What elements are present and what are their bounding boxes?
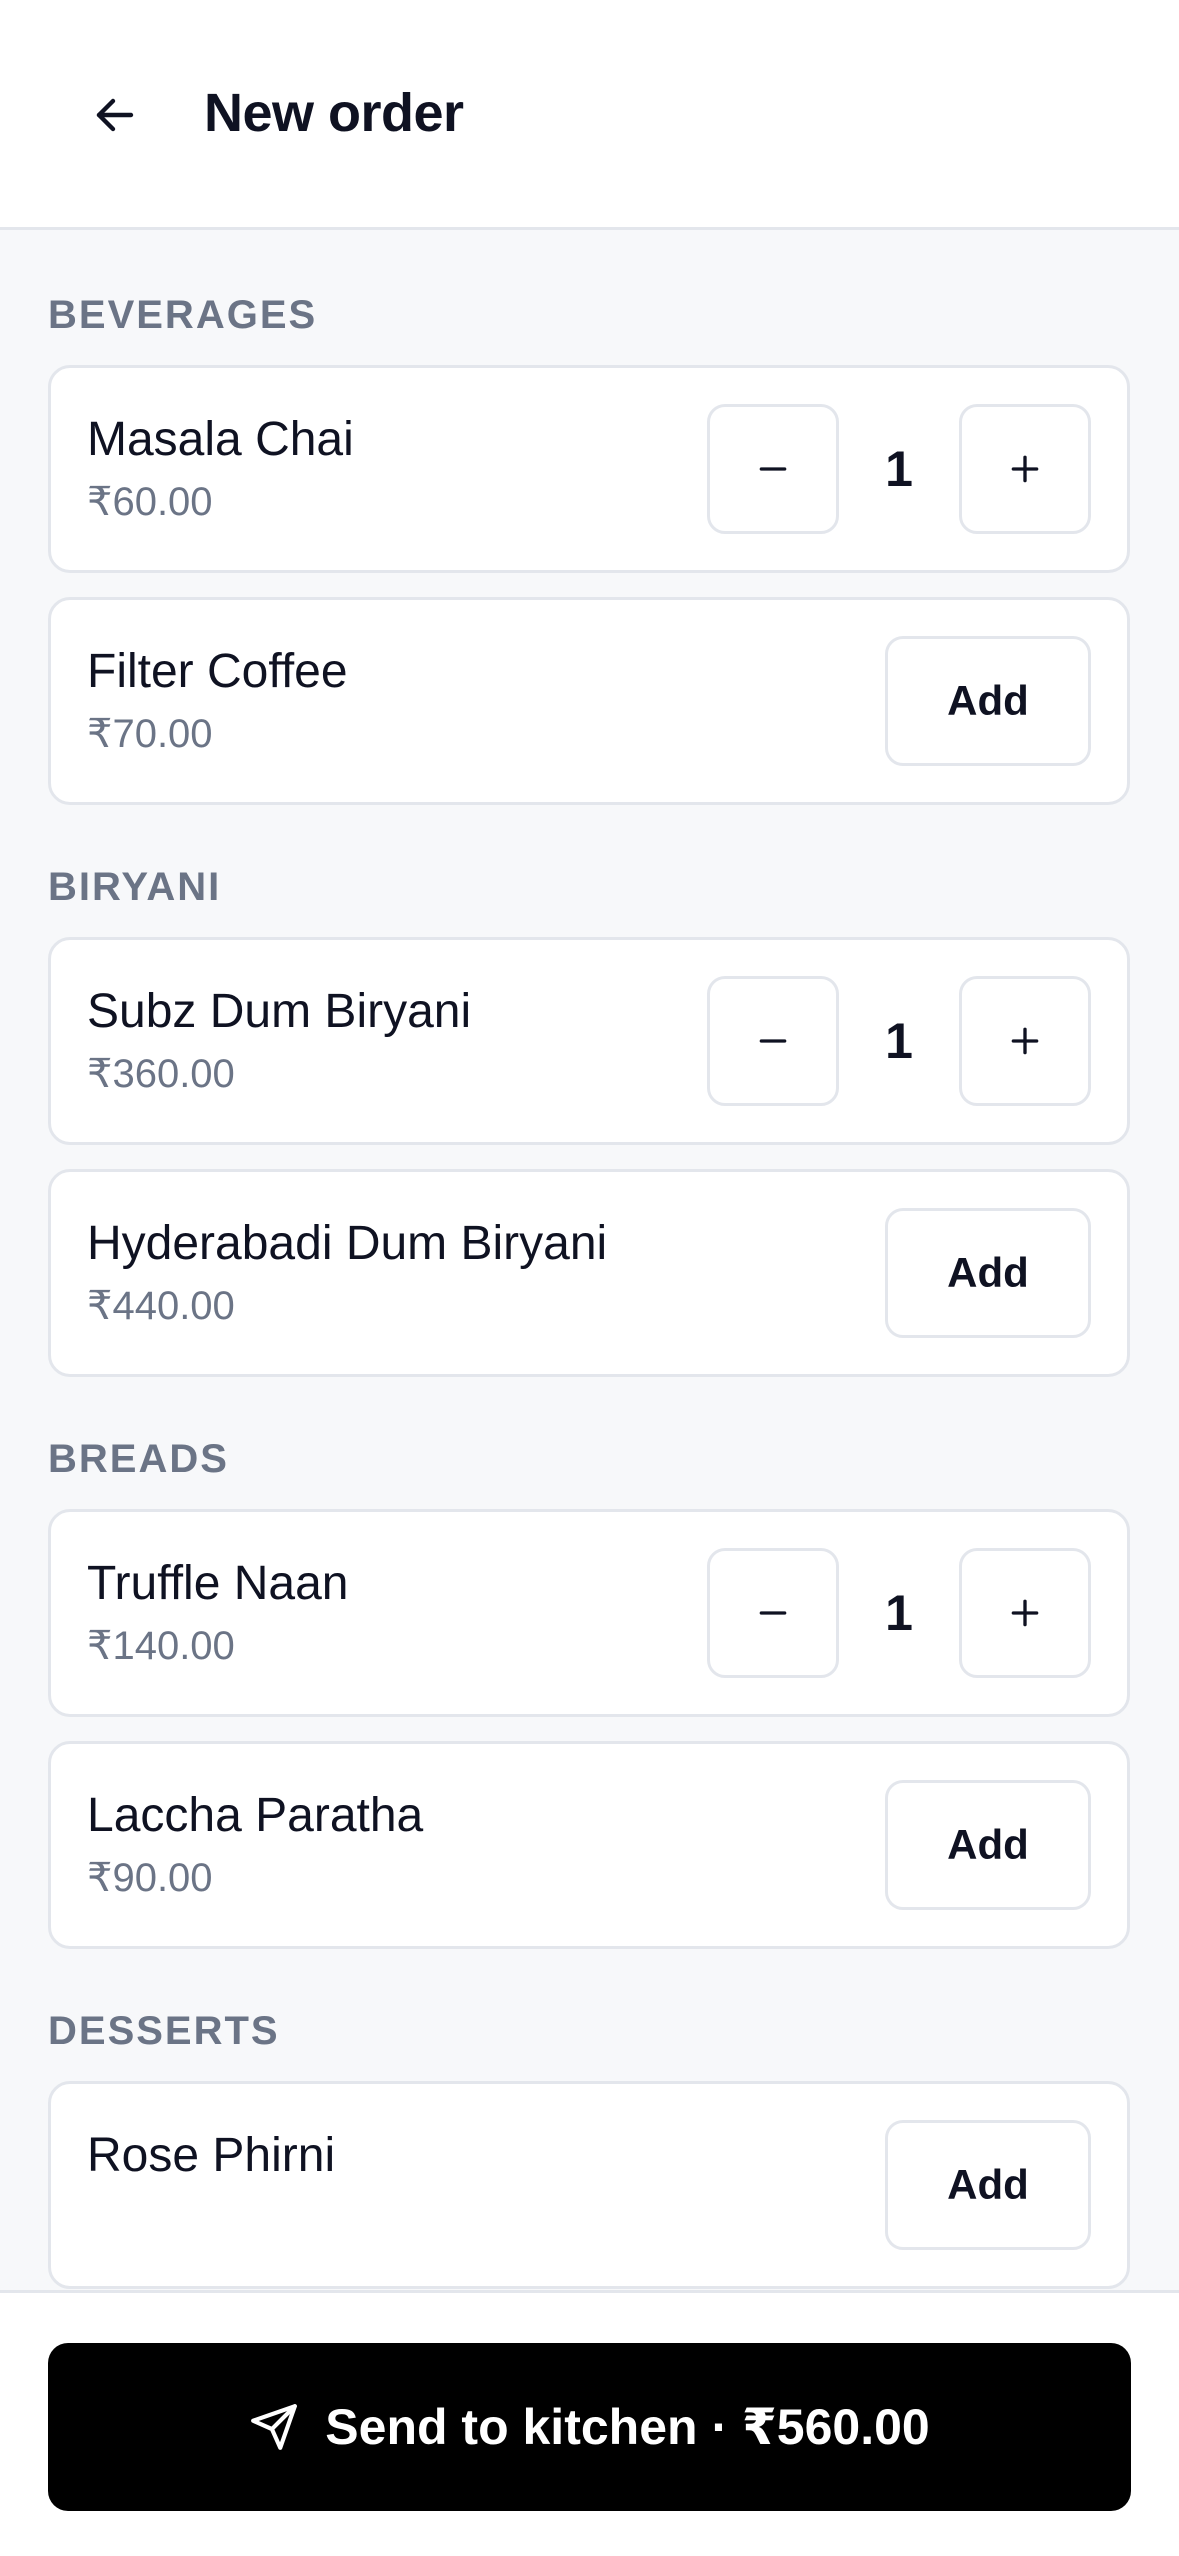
item-name: Filter Coffee — [87, 645, 348, 698]
item-name: Subz Dum Biryani — [87, 985, 472, 1038]
quantity-stepper: 1 — [707, 404, 1091, 534]
item-name: Hyderabadi Dum Biryani — [87, 1217, 608, 1270]
item-price: ₹70.00 — [87, 712, 213, 756]
section-header: BREADS — [48, 1437, 229, 1481]
menu-list[interactable]: BEVERAGES Masala Chai ₹60.00 1 Filter Co… — [0, 233, 1179, 2293]
page-title: New order — [204, 83, 464, 143]
menu-item-card: Laccha Paratha ₹90.00 Add — [48, 1741, 1130, 1949]
menu-item-card: Filter Coffee ₹70.00 Add — [48, 597, 1130, 805]
minus-icon — [759, 1611, 787, 1615]
section-breads: BREADS Truffle Naan ₹140.00 1 Laccha Par… — [0, 1429, 1179, 1949]
section-biryani: BIRYANI Subz Dum Biryani ₹360.00 1 Hyder… — [0, 857, 1179, 1377]
minus-icon — [759, 467, 787, 471]
send-icon — [249, 2402, 299, 2452]
increase-quantity-button[interactable] — [959, 976, 1091, 1106]
item-price: ₹60.00 — [87, 480, 213, 524]
section-header: BEVERAGES — [48, 293, 318, 337]
app-header: New order — [0, 0, 1179, 230]
quantity-value: 1 — [885, 1013, 913, 1069]
menu-item-card: Masala Chai ₹60.00 1 — [48, 365, 1130, 573]
section-header: BIRYANI — [48, 865, 222, 909]
send-to-kitchen-button[interactable]: Send to kitchen · ₹560.00 — [48, 2343, 1131, 2511]
order-footer: Send to kitchen · ₹560.00 — [0, 2290, 1179, 2556]
menu-item-card: Rose Phirni Add — [48, 2081, 1130, 2289]
decrease-quantity-button[interactable] — [707, 1548, 839, 1678]
menu-item-card: Hyderabadi Dum Biryani ₹440.00 Add — [48, 1169, 1130, 1377]
section-header: DESSERTS — [48, 2009, 280, 2053]
add-item-button[interactable]: Add — [885, 1780, 1091, 1910]
plus-icon — [1011, 1027, 1039, 1055]
minus-icon — [759, 1039, 787, 1043]
add-item-button[interactable]: Add — [885, 636, 1091, 766]
item-price: ₹440.00 — [87, 1284, 235, 1328]
menu-item-card: Truffle Naan ₹140.00 1 — [48, 1509, 1130, 1717]
item-name: Rose Phirni — [87, 2129, 336, 2182]
section-desserts: DESSERTS Rose Phirni Add — [0, 2001, 1179, 2289]
add-item-button[interactable]: Add — [885, 2120, 1091, 2250]
item-name: Truffle Naan — [87, 1557, 349, 1610]
add-item-button[interactable]: Add — [885, 1208, 1091, 1338]
arrow-left-icon — [96, 98, 134, 132]
item-price: ₹90.00 — [87, 1856, 213, 1900]
back-button[interactable] — [80, 80, 150, 150]
increase-quantity-button[interactable] — [959, 1548, 1091, 1678]
item-price: ₹140.00 — [87, 1624, 235, 1668]
new-order-screen: New order BEVERAGES Masala Chai ₹60.00 1 — [0, 0, 1179, 2556]
decrease-quantity-button[interactable] — [707, 976, 839, 1106]
quantity-stepper: 1 — [707, 976, 1091, 1106]
plus-icon — [1011, 455, 1039, 483]
quantity-value: 1 — [885, 1585, 913, 1641]
quantity-value: 1 — [885, 441, 913, 497]
item-price: ₹360.00 — [87, 1052, 235, 1096]
decrease-quantity-button[interactable] — [707, 404, 839, 534]
increase-quantity-button[interactable] — [959, 404, 1091, 534]
item-name: Laccha Paratha — [87, 1789, 424, 1842]
item-name: Masala Chai — [87, 413, 354, 466]
menu-item-card: Subz Dum Biryani ₹360.00 1 — [48, 937, 1130, 1145]
section-beverages: BEVERAGES Masala Chai ₹60.00 1 Filter Co… — [0, 285, 1179, 805]
quantity-stepper: 1 — [707, 1548, 1091, 1678]
plus-icon — [1011, 1599, 1039, 1627]
send-to-kitchen-label: Send to kitchen · ₹560.00 — [325, 2399, 930, 2455]
